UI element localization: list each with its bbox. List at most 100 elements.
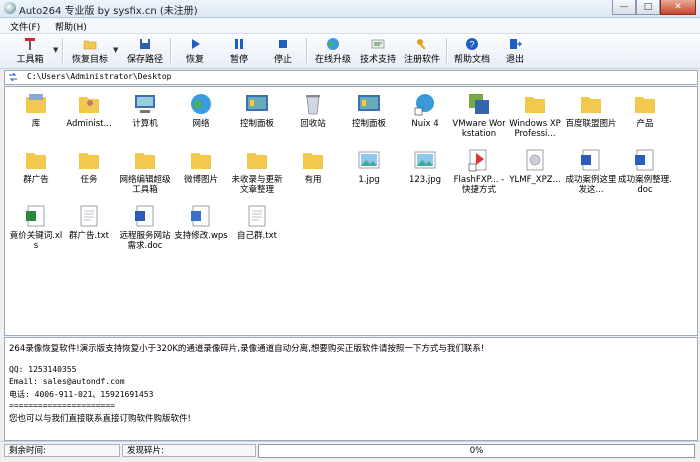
svg-text:?: ? <box>469 40 474 50</box>
toolbar-separator <box>306 38 308 64</box>
file-name: 自己群.txt <box>237 231 277 241</box>
file-item[interactable]: 控制面板 <box>229 91 285 129</box>
address-bar[interactable]: C:\Users\Administrator\Desktop <box>4 70 698 85</box>
key-icon <box>417 39 426 50</box>
file-item[interactable]: 123.jpg <box>397 147 453 185</box>
library-icon <box>26 94 46 113</box>
file-item[interactable]: 自己群.txt <box>229 203 285 241</box>
file-name: 控制面板 <box>351 119 386 129</box>
toolbox-label: 工具箱 <box>16 55 44 65</box>
shortcut-app-icon <box>414 94 434 116</box>
folder-icon <box>303 153 323 169</box>
file-item[interactable]: VMware Workstation <box>451 91 507 139</box>
vmware-icon <box>469 94 489 114</box>
menu-bar: 文件(F) 帮助(H) <box>0 18 700 34</box>
toolbox-button[interactable]: 工具箱 <box>10 36 50 66</box>
word-doc-icon <box>135 205 154 227</box>
file-item[interactable]: 计算机 <box>117 91 173 129</box>
file-item[interactable]: 产品 <box>617 91 673 129</box>
file-item[interactable]: 群广告.txt <box>61 203 117 241</box>
message-pane: 264录像恢复软件!演示版支持恢复小于320K的通道录像碎片,录像通道自动分离,… <box>4 337 698 441</box>
close-button[interactable]: ✕ <box>660 0 696 15</box>
image-file-icon <box>358 151 380 169</box>
file-item[interactable]: 微博图片 <box>173 147 229 185</box>
contact-qq: QQ: 1253140355 <box>9 365 77 374</box>
file-item[interactable]: 1.jpg <box>341 147 397 185</box>
file-item[interactable]: 竟价关键词.xls <box>8 203 64 251</box>
exit-icon <box>510 39 522 49</box>
file-name: Administ... <box>66 119 112 129</box>
folder-icon <box>525 97 545 113</box>
file-item[interactable]: Windows XP Professi... <box>507 91 563 139</box>
file-item[interactable]: Nuix 4 <box>397 91 453 129</box>
computer-icon <box>135 95 155 113</box>
flashfxp-shortcut-icon <box>468 149 487 172</box>
pause-icon <box>235 39 243 49</box>
file-item[interactable]: 网络编辑超级工具箱 <box>117 147 173 195</box>
file-item[interactable]: 有用 <box>285 147 341 185</box>
file-item[interactable]: 成功案例这里发这... <box>563 147 619 195</box>
exit-button[interactable]: 退出 <box>500 36 530 66</box>
support-icon <box>371 39 385 49</box>
stop-button[interactable]: 停止 <box>268 36 298 66</box>
folder-icon <box>191 153 211 169</box>
divider-line: ====================== <box>9 401 115 410</box>
user-folder-icon <box>79 97 99 113</box>
file-name: 微博图片 <box>183 175 218 185</box>
file-item[interactable]: 百度联盟图片 <box>563 91 619 129</box>
help-icon: ? <box>466 38 478 50</box>
notice-line: 264录像恢复软件!演示版支持恢复小于320K的通道录像碎片,录像通道自动分离,… <box>9 344 485 354</box>
folder-icon <box>635 97 655 113</box>
file-item[interactable]: 支持修改.wps <box>173 203 229 241</box>
restore-target-dropdown-icon[interactable]: ▼ <box>113 46 118 54</box>
file-item[interactable]: 成功案例整理.doc <box>617 147 673 195</box>
file-item[interactable]: 库 <box>8 91 64 129</box>
toolbar-separator <box>62 38 64 64</box>
restore-target-button[interactable]: 恢复目标 <box>70 36 110 66</box>
file-name: 竟价关键词.xls <box>9 231 63 251</box>
menu-help[interactable]: 帮助(H) <box>55 20 87 33</box>
file-name: 1.jpg <box>358 175 380 185</box>
toolbox-dropdown-icon[interactable]: ▼ <box>53 46 58 54</box>
excel-file-icon <box>26 205 45 227</box>
file-item[interactable]: Administ... <box>61 91 117 129</box>
register-label: 注册软件 <box>403 55 440 65</box>
toolbar: 工具箱 ▼ 恢复目标 ▼ 保存路径 恢复 暂停 停止 在线升级 技术支持 注册软… <box>0 34 700 69</box>
file-item[interactable]: 群广告 <box>8 147 64 185</box>
file-item[interactable]: YLMF_XPZ... <box>507 147 563 185</box>
folder-icon <box>79 153 99 169</box>
minimize-button[interactable]: — <box>612 0 636 15</box>
tech-support-button[interactable]: 技术支持 <box>358 36 398 66</box>
file-name: Nuix 4 <box>411 119 439 129</box>
file-item[interactable]: 控制面板 <box>341 91 397 129</box>
maximize-button[interactable]: □ <box>636 0 660 15</box>
file-item[interactable]: 任务 <box>61 147 117 185</box>
save-path-button[interactable]: 保存路径 <box>124 36 166 66</box>
restore-button[interactable]: 恢复 <box>180 36 210 66</box>
window-title: Auto264 专业版 by sysfix.cn (未注册) <box>19 6 198 17</box>
toolbar-separator <box>170 38 172 64</box>
register-button[interactable]: 注册软件 <box>402 36 442 66</box>
iso-file-icon <box>526 149 544 171</box>
online-upgrade-button[interactable]: 在线升级 <box>313 36 353 66</box>
file-name: 库 <box>31 119 41 129</box>
file-item[interactable]: 远程服务网站需求.doc <box>117 203 173 251</box>
help-docs-button[interactable]: ? 帮助文档 <box>452 36 492 66</box>
pause-button[interactable]: 暂停 <box>224 36 254 66</box>
save-icon <box>140 39 150 49</box>
recycle-bin-icon <box>306 95 320 115</box>
fragments-found-cell: 发现碎片: <box>122 444 256 457</box>
text-file-icon <box>80 205 98 227</box>
word-doc-icon <box>581 149 600 171</box>
file-item[interactable]: 网络 <box>173 91 229 129</box>
file-list-pane[interactable]: 库 Administ... 计算机 网络 控制面板 回收站 控制面板 Nuix … <box>4 86 698 336</box>
file-item[interactable]: FlashFXP... - 快捷方式 <box>451 147 507 195</box>
file-item[interactable]: 回收站 <box>285 91 341 129</box>
remaining-time-label: 剩余时间: <box>9 446 46 456</box>
folder-icon <box>247 153 267 169</box>
menu-file[interactable]: 文件(F) <box>10 20 40 33</box>
folder-icon <box>581 97 601 113</box>
file-name: 群广告 <box>23 175 49 185</box>
file-name: 回收站 <box>300 119 326 129</box>
file-item[interactable]: 未收录与更新文章整理 <box>229 147 285 195</box>
